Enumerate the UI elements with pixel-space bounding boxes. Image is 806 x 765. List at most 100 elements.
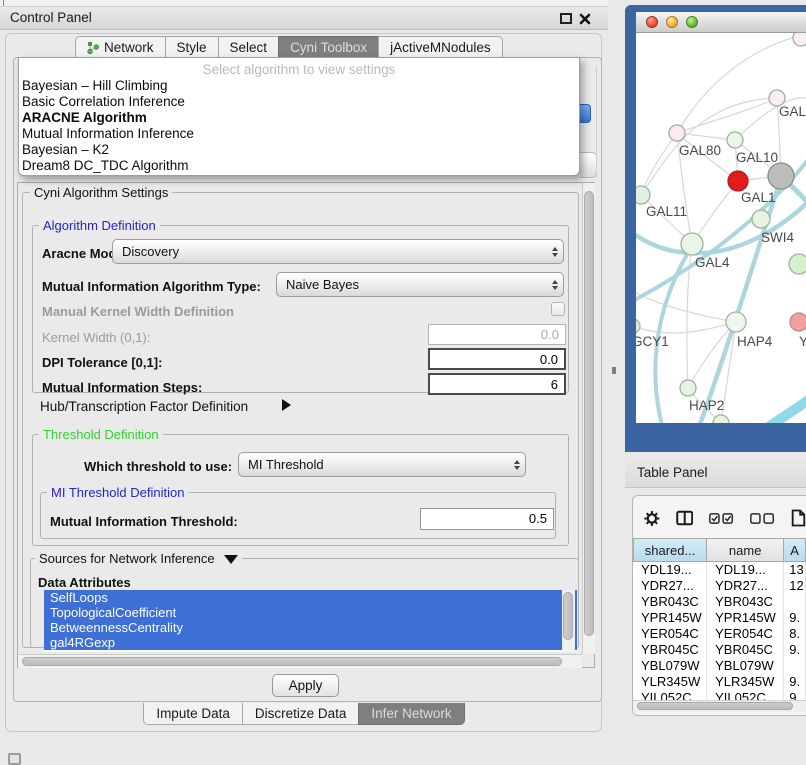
network-node[interactable]	[636, 319, 640, 333]
which-threshold-combobox[interactable]: MI Threshold	[238, 452, 526, 477]
tab-jactivemnodules[interactable]: jActiveMNodules	[378, 36, 503, 57]
table-cell: YDL19...	[633, 562, 707, 578]
table-toolbar	[644, 503, 806, 533]
table-cell	[784, 658, 806, 674]
table-row[interactable]: YPR145WYPR145W9.	[633, 610, 806, 626]
algorithm-option[interactable]: Basic Correlation Inference	[19, 94, 579, 110]
apply-button[interactable]: Apply	[272, 674, 339, 697]
document-icon[interactable]	[791, 507, 806, 529]
data-attributes-label: Data Attributes	[38, 575, 131, 590]
close-window-icon[interactable]	[646, 16, 658, 28]
tab-infer-network[interactable]: Infer Network	[358, 703, 464, 725]
node-label: GCY1	[636, 334, 669, 349]
network-node[interactable]	[681, 233, 703, 255]
algorithm-option[interactable]: Mutual Information Inference	[19, 126, 579, 142]
algorithm-option[interactable]: Dream8 DC_TDC Algorithm	[19, 158, 579, 174]
table-row[interactable]: YBR045CYBR045C9.	[633, 642, 806, 658]
dpi-tolerance-field[interactable]: 0.0	[428, 348, 566, 370]
mi-steps-field[interactable]: 6	[428, 373, 566, 395]
checked-boxes-icon[interactable]	[709, 512, 734, 525]
table-cell: YBL079W	[707, 658, 784, 674]
column-header-2[interactable]: name	[707, 538, 784, 562]
network-canvas[interactable]: GALGAL80GAL10GAL1GAL11SWI4GAL4GCY1HAP4YH…	[636, 33, 806, 423]
node-label: GAL10	[736, 150, 778, 165]
data-attribute-item[interactable]: SelfLoops	[44, 590, 577, 605]
settings-horizontal-scrollbar[interactable]	[18, 654, 582, 668]
table-row[interactable]: YER054CYER054C8.	[633, 626, 806, 642]
network-node[interactable]	[726, 312, 746, 332]
mi-threshold-group-title: MI Threshold Definition	[47, 485, 188, 500]
network-node[interactable]	[680, 380, 696, 396]
table-cell: YLR345W	[707, 674, 784, 690]
aracne-mode-combobox[interactable]: Discovery	[112, 239, 564, 264]
column-header-3[interactable]: A	[784, 538, 806, 562]
network-node[interactable]	[727, 132, 743, 148]
settings-vertical-scrollbar-thumb[interactable]	[584, 191, 594, 636]
table-row[interactable]: YBR043CYBR043C	[633, 594, 806, 610]
network-node[interactable]	[768, 163, 794, 189]
network-node[interactable]	[793, 33, 806, 46]
tab-style[interactable]: Style	[165, 36, 218, 57]
columns-icon[interactable]	[676, 509, 693, 527]
settings-vertical-scrollbar[interactable]	[582, 183, 595, 654]
table-panel-title: Table Panel	[637, 465, 708, 480]
mi-threshold-label: Mutual Information Threshold:	[50, 514, 238, 529]
network-icon	[87, 41, 99, 54]
floating-palette-icon[interactable]	[8, 753, 21, 765]
table-cell: YBR043C	[633, 594, 707, 610]
table-horizontal-scrollbar-thumb[interactable]	[637, 702, 793, 710]
network-node[interactable]	[713, 415, 729, 423]
data-attributes-list[interactable]: SelfLoopsTopologicalCoefficientBetweenne…	[44, 590, 577, 652]
tab-network[interactable]: Network	[75, 36, 165, 57]
table-row[interactable]: YLR345WYLR345W9.	[633, 674, 806, 690]
control-panel-tab-bar: NetworkStyle Select Cyni Toolbox jActiveMNo…	[75, 36, 503, 57]
tab-cyni-toolbox[interactable]: Cyni Toolbox	[278, 36, 378, 57]
close-panel-icon[interactable]	[579, 13, 591, 24]
control-panel-title: Control Panel	[10, 10, 92, 25]
minimize-window-icon[interactable]	[666, 16, 678, 28]
network-node[interactable]	[790, 313, 806, 331]
settings-horizontal-scrollbar-thumb[interactable]	[22, 657, 562, 666]
algorithm-option[interactable]: ARACNE Algorithm	[19, 110, 579, 126]
table-row[interactable]: YDL19...YDL19...13	[633, 562, 806, 578]
attribute-list-scrollbar-thumb[interactable]	[563, 592, 573, 640]
node-label: HAP4	[737, 334, 773, 349]
data-attribute-item[interactable]: BetweennessCentrality	[44, 620, 577, 635]
panel-divider-grip[interactable]	[612, 367, 616, 374]
algorithm-option[interactable]: Bayesian – Hill Climbing	[19, 78, 579, 94]
tab-label: Select	[230, 40, 268, 55]
table-cell: YBR043C	[707, 594, 784, 610]
tab-select[interactable]: Select	[218, 36, 279, 57]
zoom-window-icon[interactable]	[686, 16, 698, 28]
network-window-titlebar[interactable]	[636, 12, 806, 33]
network-node[interactable]	[728, 171, 748, 191]
collapse-arrow-icon[interactable]	[224, 555, 238, 564]
network-node[interactable]	[789, 254, 806, 274]
manual-kernel-width-checkbox[interactable]	[551, 302, 565, 316]
algorithm-option[interactable]: Bayesian – K2	[19, 142, 579, 158]
float-panel-icon[interactable]	[560, 13, 572, 24]
mi-algorithm-type-combobox[interactable]: Naive Bayes	[276, 272, 564, 297]
data-attribute-item[interactable]: TopologicalCoefficient	[44, 605, 577, 620]
data-attribute-item[interactable]: gal4RGexp	[44, 635, 577, 650]
tab-impute-data[interactable]: Impute Data	[143, 703, 242, 725]
aracne-mode-value: Discovery	[113, 244, 546, 259]
table-row[interactable]: YDR27...YDR27...12	[633, 578, 806, 594]
network-node[interactable]	[636, 186, 650, 204]
network-node[interactable]	[669, 125, 685, 141]
gear-icon[interactable]	[644, 509, 660, 528]
tab-label: Cyni Toolbox	[290, 40, 367, 55]
mi-threshold-field[interactable]: 0.5	[420, 508, 554, 530]
unchecked-boxes-icon[interactable]	[750, 512, 775, 525]
network-node[interactable]	[752, 210, 770, 228]
tab-discretize-data[interactable]: Discretize Data	[242, 703, 359, 725]
table-row[interactable]: YBL079WYBL079W	[633, 658, 806, 674]
column-header-1[interactable]: shared...	[633, 538, 707, 562]
network-edge	[636, 290, 736, 322]
node-label: GAL	[779, 104, 806, 119]
threshold-definition-title: Threshold Definition	[39, 427, 163, 442]
expand-arrow-icon[interactable]	[282, 399, 291, 411]
attribute-list-scrollbar[interactable]	[562, 590, 575, 652]
bottom-tab-bar: Impute DataDiscretize DataInfer Network	[0, 703, 608, 725]
node-label: SWI4	[761, 230, 794, 245]
